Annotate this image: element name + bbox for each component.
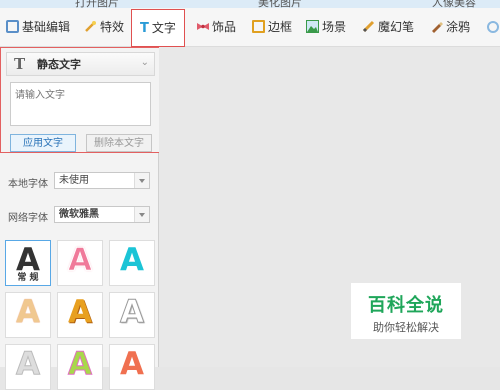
style-preview-glyph: A — [120, 242, 144, 278]
tool-effects[interactable]: 特效 — [84, 14, 124, 40]
text-input[interactable] — [10, 82, 151, 126]
text-style-silver[interactable]: A — [109, 292, 155, 338]
style-preview-glyph: A — [68, 294, 92, 330]
tool-label: 基础编辑 — [22, 20, 71, 34]
effects-wand-icon — [84, 16, 97, 32]
static-text-header[interactable]: T 静态文字 ⌄ — [6, 52, 155, 76]
style-name: 常 规 — [17, 273, 39, 283]
toolbar: 基础编辑 特效 T 文字 饰品 边框 场景 魔幻笔 涂鸦 — [0, 8, 500, 47]
style-preview-glyph: A — [16, 346, 41, 383]
basic-edit-icon — [6, 20, 19, 33]
network-font-select[interactable]: 微软雅黑 — [54, 206, 150, 223]
text-style-normal[interactable]: A 常 规 — [5, 240, 51, 286]
text-style-gold[interactable]: A — [57, 292, 103, 338]
tool-label: 涂鸦 — [446, 20, 471, 34]
static-text-title: 静态文字 — [37, 58, 81, 71]
text-t-icon: T — [14, 55, 26, 73]
tool-label: 场景 — [322, 20, 347, 34]
style-preview-glyph: A — [120, 346, 144, 382]
text-style-pink[interactable]: A — [57, 240, 103, 286]
tool-label: 特效 — [100, 20, 125, 34]
graffiti-icon — [430, 16, 443, 33]
tool-frame[interactable]: 边框 — [252, 14, 292, 40]
bow-icon — [196, 16, 209, 30]
chevron-down-icon[interactable] — [134, 173, 149, 188]
tool-graffiti[interactable]: 涂鸦 — [430, 14, 470, 40]
style-preview-glyph: A — [120, 294, 145, 331]
tool-magic-pen[interactable]: 魔幻笔 — [362, 14, 414, 40]
tool-basic-edit[interactable]: 基础编辑 — [6, 14, 70, 40]
local-font-value: 未使用 — [59, 175, 89, 186]
tab-beautify-image[interactable]: 美化图片 — [258, 0, 302, 8]
tab-open-image[interactable]: 打开图片 — [75, 0, 119, 8]
tab-portrait[interactable]: 人像美容 — [432, 0, 476, 8]
scene-icon — [306, 16, 319, 33]
text-style-rainbow[interactable]: A — [57, 344, 103, 390]
network-font-label: 网络字体 — [8, 213, 48, 224]
text-style-orange[interactable]: A — [109, 344, 155, 390]
text-t-icon: T — [140, 21, 149, 36]
watermark: 百科全说 助你轻松解决 — [351, 283, 461, 339]
tool-text[interactable]: T 文字 — [131, 9, 185, 47]
text-style-dotted[interactable]: A — [5, 292, 51, 338]
tool-scene[interactable]: 场景 — [306, 14, 346, 40]
top-tab-strip: 打开图片 美化图片 人像美容 — [0, 0, 500, 8]
tool-label: 饰品 — [212, 20, 237, 34]
tool-label: 文字 — [151, 21, 176, 35]
tool-accessories[interactable]: 饰品 — [196, 14, 236, 40]
style-preview-glyph: A — [68, 346, 93, 383]
style-preview-glyph: A — [16, 294, 40, 330]
style-preview-glyph: A — [68, 242, 93, 279]
tool-label: 魔幻笔 — [378, 20, 415, 34]
local-font-label: 本地字体 — [8, 179, 48, 190]
tool-label: 边框 — [268, 20, 293, 34]
delete-text-button[interactable]: 删除本文字 — [86, 134, 152, 152]
chevron-down-icon[interactable] — [134, 207, 149, 222]
network-font-value: 微软雅黑 — [59, 209, 99, 220]
text-style-gray[interactable]: A — [5, 344, 51, 390]
watermark-subtitle: 助你轻松解决 — [373, 321, 439, 334]
tool-more[interactable] — [487, 14, 500, 40]
magic-pen-icon — [362, 16, 375, 33]
paperclip-icon — [487, 21, 499, 33]
left-panel: T 静态文字 ⌄ 应用文字 删除本文字 本地字体 未使用 网络字体 微软雅黑 A… — [0, 47, 165, 390]
static-text-box: T 静态文字 ⌄ 应用文字 删除本文字 — [0, 47, 165, 153]
chevron-down-icon[interactable]: ⌄ — [141, 57, 149, 68]
local-font-select[interactable]: 未使用 — [54, 172, 150, 189]
watermark-title: 百科全说 — [368, 295, 444, 316]
apply-text-button[interactable]: 应用文字 — [10, 134, 76, 152]
text-style-cyan[interactable]: A — [109, 240, 155, 286]
frame-icon — [252, 20, 265, 33]
